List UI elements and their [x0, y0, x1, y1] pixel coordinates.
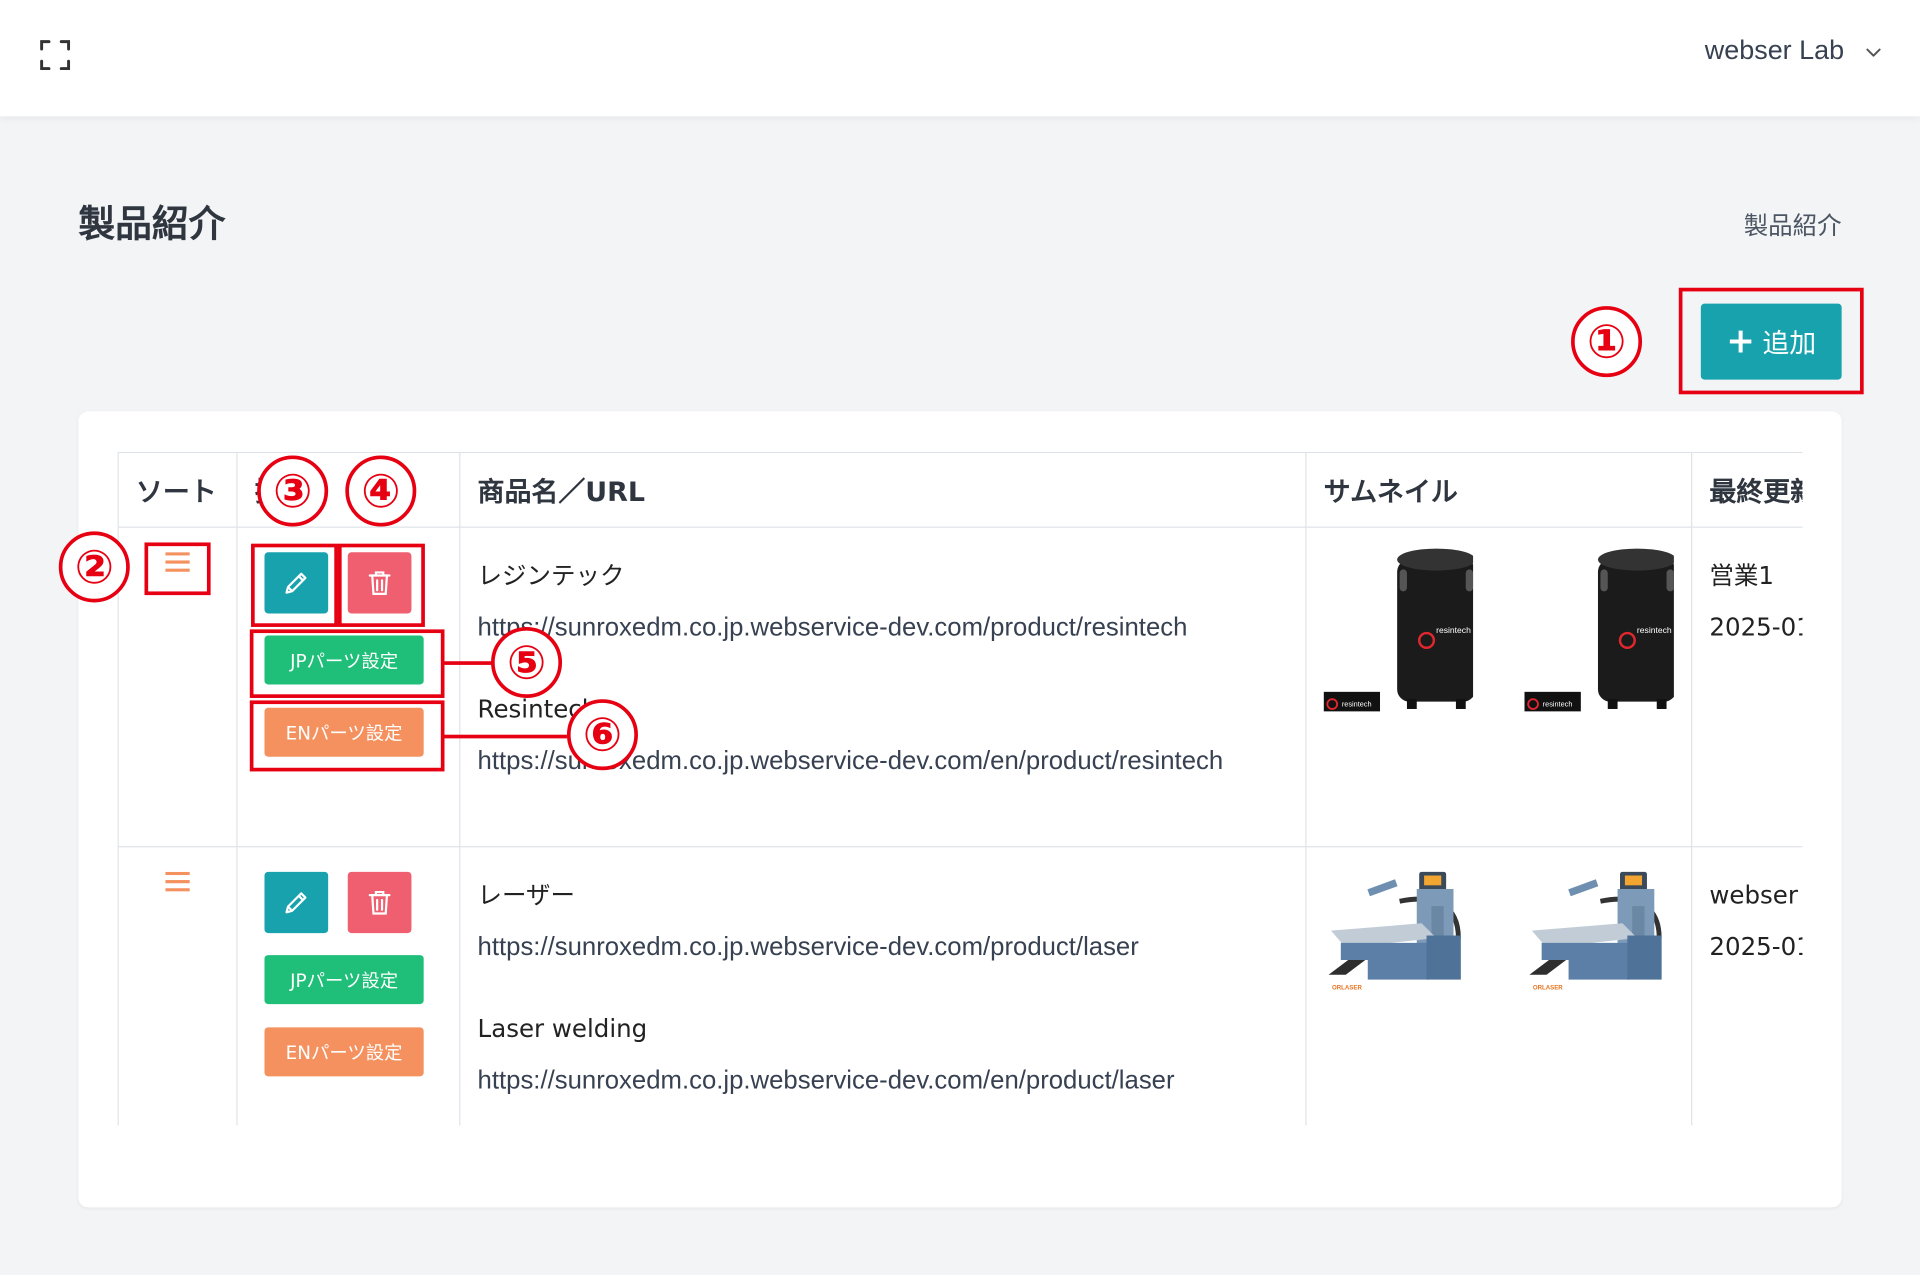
product-url-jp[interactable]: https://sunroxedm.co.jp.webservice-dev.c…	[478, 933, 1139, 961]
updated-by: webser	[1709, 880, 1798, 910]
jp-parts-settings-button[interactable]: JPパーツ設定	[264, 955, 424, 1005]
thumbnail-badge-text: ORLASER	[1533, 984, 1563, 991]
thumbnail-badge-text: resintech	[1543, 700, 1573, 709]
column-header-sort: ソート	[117, 451, 238, 528]
thumbnail-cell: resintech resintech resintech resintech	[1305, 526, 1693, 848]
column-header-last-updated: 最終更新	[1691, 451, 1803, 528]
actions-cell: JPパーツ設定 ENパーツ設定	[236, 526, 461, 848]
trash-icon	[368, 890, 391, 915]
edit-button[interactable]	[264, 871, 329, 934]
annotation-leader-6	[444, 734, 567, 739]
annotation-leader-5	[444, 661, 494, 665]
sort-cell	[117, 526, 238, 848]
add-button[interactable]: + 追加	[1700, 303, 1842, 380]
user-name: webser Lab	[1704, 34, 1845, 65]
thumbnail-brand-text: resintech	[1436, 625, 1471, 635]
name-url-cell: レジンテック https://sunroxedm.co.jp.webservic…	[459, 526, 1307, 848]
page-title: 製品紹介	[78, 203, 226, 247]
last-updated-cell: 営業1 2025-01	[1691, 526, 1803, 848]
breadcrumb[interactable]: 製品紹介	[1744, 206, 1842, 242]
plus-icon: +	[1726, 320, 1755, 362]
delete-button[interactable]	[347, 552, 412, 614]
chevron-down-icon	[1866, 39, 1881, 62]
product-name-jp: レジンテック	[477, 560, 625, 591]
column-header-name-url: 商品名／URL	[459, 451, 1307, 528]
thumbnail-badge-text: ORLASER	[1332, 984, 1362, 991]
user-menu[interactable]: webser Lab	[1705, 34, 1881, 66]
product-thumbnail-en: ORLASER	[1525, 862, 1674, 1031]
pencil-icon	[285, 572, 307, 594]
pencil-icon	[285, 892, 307, 914]
fullscreen-icon[interactable]	[39, 39, 71, 71]
thumbnail-badge-text: resintech	[1342, 700, 1372, 709]
product-thumbnail-jp: ORLASER	[1324, 862, 1473, 1031]
product-list-card: ソート 操作 商品名／URL サムネイル 最終更新	[78, 411, 1842, 1208]
delete-button[interactable]	[347, 871, 412, 934]
column-header-thumbnail: サムネイル	[1305, 451, 1693, 528]
product-name-jp: レーザー	[477, 880, 576, 910]
updated-at: 2025-01	[1709, 931, 1803, 962]
annotation-number-1: ①	[1571, 306, 1643, 378]
table-row: JPパーツ設定 ENパーツ設定 レーザー https://sunroxedm.c…	[117, 846, 1803, 1126]
name-url-cell: レーザー https://sunroxedm.co.jp.webservice-…	[459, 846, 1307, 1126]
table-scroll-area[interactable]: ソート 操作 商品名／URL サムネイル 最終更新	[117, 451, 1803, 1126]
trash-icon	[368, 571, 391, 595]
sort-cell	[117, 846, 238, 1126]
product-thumbnail-en: resintech resintech	[1524, 542, 1677, 717]
last-updated-cell: webser 2025-01	[1691, 846, 1803, 1126]
edit-button[interactable]	[264, 552, 329, 614]
top-bar: webser Lab	[0, 0, 1920, 117]
jp-parts-settings-button[interactable]: JPパーツ設定	[264, 635, 424, 685]
drag-handle-icon[interactable]	[165, 552, 190, 576]
thumbnail-brand-text: resintech	[1637, 625, 1672, 635]
table-row: JPパーツ設定 ENパーツ設定 レジンテック https://sunroxedm…	[117, 526, 1803, 848]
product-name-en: Laser welding	[477, 1013, 648, 1044]
annotation-number-4: ④	[345, 455, 417, 527]
product-table: ソート 操作 商品名／URL サムネイル 最終更新	[117, 451, 1803, 1126]
annotation-number-3: ③	[257, 455, 329, 527]
annotation-number-5: ⑤	[491, 626, 563, 698]
annotation-number-6: ⑥	[566, 699, 638, 771]
en-parts-settings-button[interactable]: ENパーツ設定	[264, 707, 424, 757]
product-thumbnail-jp: resintech resintech	[1323, 542, 1476, 717]
product-url-en[interactable]: https://sunroxedm.co.jp.webservice-dev.c…	[478, 1067, 1175, 1095]
updated-at: 2025-01	[1709, 612, 1803, 642]
product-url-jp[interactable]: https://sunroxedm.co.jp.webservice-dev.c…	[478, 613, 1188, 641]
add-button-label: 追加	[1762, 329, 1817, 361]
en-parts-settings-button[interactable]: ENパーツ設定	[264, 1027, 424, 1077]
thumbnail-cell: ORLASER ORLASER	[1305, 846, 1693, 1126]
drag-handle-icon[interactable]	[165, 871, 190, 896]
annotation-number-2: ②	[58, 531, 130, 603]
actions-cell: JPパーツ設定 ENパーツ設定	[236, 846, 461, 1126]
updated-by: 営業1	[1709, 560, 1774, 591]
